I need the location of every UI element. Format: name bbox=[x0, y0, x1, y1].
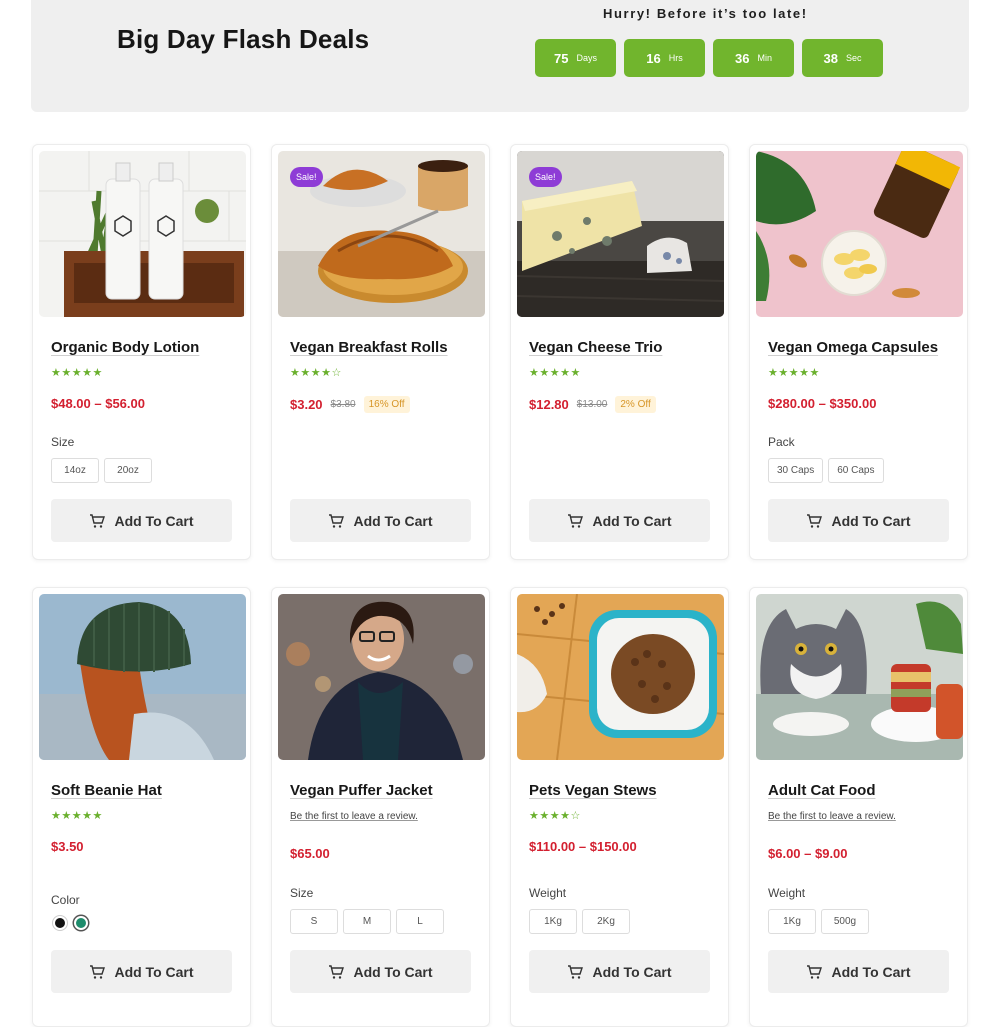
product-image[interactable] bbox=[39, 594, 246, 760]
sale-badge: Sale! bbox=[290, 167, 323, 187]
add-to-cart-button[interactable]: Add To Cart bbox=[51, 499, 232, 542]
product-price: $65.00 bbox=[290, 846, 330, 861]
rating-stars: ★★★★☆ bbox=[290, 367, 342, 379]
option-s[interactable]: S bbox=[290, 909, 338, 934]
countdown-minutes: 36 Min bbox=[713, 39, 794, 77]
banner-hurry-text: Hurry! Before it’s too late! bbox=[603, 6, 808, 21]
product-price: $110.00 – $150.00 bbox=[529, 839, 637, 854]
option-500g[interactable]: 500g bbox=[821, 909, 869, 934]
cart-icon bbox=[90, 964, 106, 979]
add-to-cart-button[interactable]: Add To Cart bbox=[290, 950, 471, 993]
product-card-vegan-breakfast-rolls: Sale! Vegan Breakfast Rolls ★★★★☆ $3.20 … bbox=[271, 144, 490, 560]
product-card-vegan-omega-capsules: Vegan Omega Capsules ★★★★★ $280.00 – $35… bbox=[749, 144, 968, 560]
add-to-cart-button[interactable]: Add To Cart bbox=[768, 499, 949, 542]
option-1kg[interactable]: 1Kg bbox=[768, 909, 816, 934]
product-name[interactable]: Soft Beanie Hat bbox=[51, 782, 162, 799]
review-link[interactable]: Be the first to leave a review. bbox=[768, 811, 896, 822]
product-price: $3.50 bbox=[51, 839, 84, 854]
option-label: Pack bbox=[768, 435, 795, 449]
option-label: Color bbox=[51, 893, 80, 907]
product-image[interactable] bbox=[756, 594, 963, 760]
option-label: Weight bbox=[768, 886, 806, 900]
cart-icon bbox=[90, 513, 106, 528]
cart-icon bbox=[329, 964, 345, 979]
option-1kg[interactable]: 1Kg bbox=[529, 909, 577, 934]
product-image[interactable] bbox=[756, 151, 963, 317]
rating-stars: ★★★★☆ bbox=[529, 810, 581, 822]
sale-badge: Sale! bbox=[529, 167, 562, 187]
old-price: $13.00 bbox=[576, 399, 608, 410]
countdown-seconds: 38 Sec bbox=[802, 39, 883, 77]
product-name[interactable]: Vegan Cheese Trio bbox=[529, 339, 662, 356]
product-price: $3.20 $3.80 16% Off bbox=[290, 396, 410, 413]
product-card-adult-cat-food: Adult Cat Food Be the first to leave a r… bbox=[749, 587, 968, 1027]
product-card-organic-body-lotion: Organic Body Lotion ★★★★★ $48.00 – $56.0… bbox=[32, 144, 251, 560]
cart-icon bbox=[807, 964, 823, 979]
countdown-days: 75 Days bbox=[535, 39, 616, 77]
add-to-cart-button[interactable]: Add To Cart bbox=[51, 950, 232, 993]
option-60-caps[interactable]: 60 Caps bbox=[828, 458, 884, 483]
product-image[interactable]: Sale! bbox=[278, 151, 485, 317]
banner-title: Big Day Flash Deals bbox=[117, 24, 370, 54]
flash-deals-banner: Big Day Flash Deals Hurry! Before it’s t… bbox=[31, 0, 969, 112]
option-label: Size bbox=[51, 435, 75, 449]
product-name[interactable]: Pets Vegan Stews bbox=[529, 782, 657, 799]
option-20oz[interactable]: 20oz bbox=[104, 458, 152, 483]
product-name[interactable]: Vegan Omega Capsules bbox=[768, 339, 938, 356]
product-price: $12.80 $13.00 2% Off bbox=[529, 396, 656, 413]
rating-stars: ★★★★★ bbox=[51, 810, 103, 822]
rating-stars: ★★★★★ bbox=[768, 367, 820, 379]
countdown-hours: 16 Hrs bbox=[624, 39, 705, 77]
product-image[interactable] bbox=[278, 594, 485, 760]
color-swatch-black[interactable] bbox=[53, 916, 67, 930]
product-image[interactable] bbox=[39, 151, 246, 317]
discount-badge: 16% Off bbox=[363, 396, 410, 413]
product-price: $280.00 – $350.00 bbox=[768, 396, 877, 411]
product-card-vegan-puffer-jacket: Vegan Puffer Jacket Be the first to leav… bbox=[271, 587, 490, 1027]
option-14oz[interactable]: 14oz bbox=[51, 458, 99, 483]
product-name[interactable]: Organic Body Lotion bbox=[51, 339, 199, 356]
product-card-vegan-cheese-trio: Sale! Vegan Cheese Trio ★★★★★ $12.80 $13… bbox=[510, 144, 729, 560]
color-swatch-teal[interactable] bbox=[74, 916, 88, 930]
product-image[interactable] bbox=[517, 594, 724, 760]
product-name[interactable]: Vegan Puffer Jacket bbox=[290, 782, 433, 799]
cart-icon bbox=[568, 964, 584, 979]
option-label: Weight bbox=[529, 886, 567, 900]
discount-badge: 2% Off bbox=[615, 396, 656, 413]
rating-stars: ★★★★★ bbox=[529, 367, 581, 379]
add-to-cart-button[interactable]: Add To Cart bbox=[529, 499, 710, 542]
cart-icon bbox=[568, 513, 584, 528]
option-2kg[interactable]: 2Kg bbox=[582, 909, 630, 934]
review-link[interactable]: Be the first to leave a review. bbox=[290, 811, 418, 822]
product-card-pets-vegan-stews: Pets Vegan Stews ★★★★☆ $110.00 – $150.00… bbox=[510, 587, 729, 1027]
add-to-cart-button[interactable]: Add To Cart bbox=[768, 950, 949, 993]
option-30-caps[interactable]: 30 Caps bbox=[768, 458, 824, 483]
add-to-cart-button[interactable]: Add To Cart bbox=[529, 950, 710, 993]
product-price: $6.00 – $9.00 bbox=[768, 846, 848, 861]
option-l[interactable]: L bbox=[396, 909, 444, 934]
cart-icon bbox=[329, 513, 345, 528]
product-name[interactable]: Adult Cat Food bbox=[768, 782, 875, 799]
product-card-soft-beanie-hat: Soft Beanie Hat ★★★★★ $3.50 Color Add To… bbox=[32, 587, 251, 1027]
product-image[interactable]: Sale! bbox=[517, 151, 724, 317]
cart-icon bbox=[807, 513, 823, 528]
old-price: $3.80 bbox=[330, 399, 356, 410]
product-price: $48.00 – $56.00 bbox=[51, 396, 145, 411]
option-label: Size bbox=[290, 886, 314, 900]
product-name[interactable]: Vegan Breakfast Rolls bbox=[290, 339, 448, 356]
option-m[interactable]: M bbox=[343, 909, 391, 934]
add-to-cart-button[interactable]: Add To Cart bbox=[290, 499, 471, 542]
rating-stars: ★★★★★ bbox=[51, 367, 103, 379]
